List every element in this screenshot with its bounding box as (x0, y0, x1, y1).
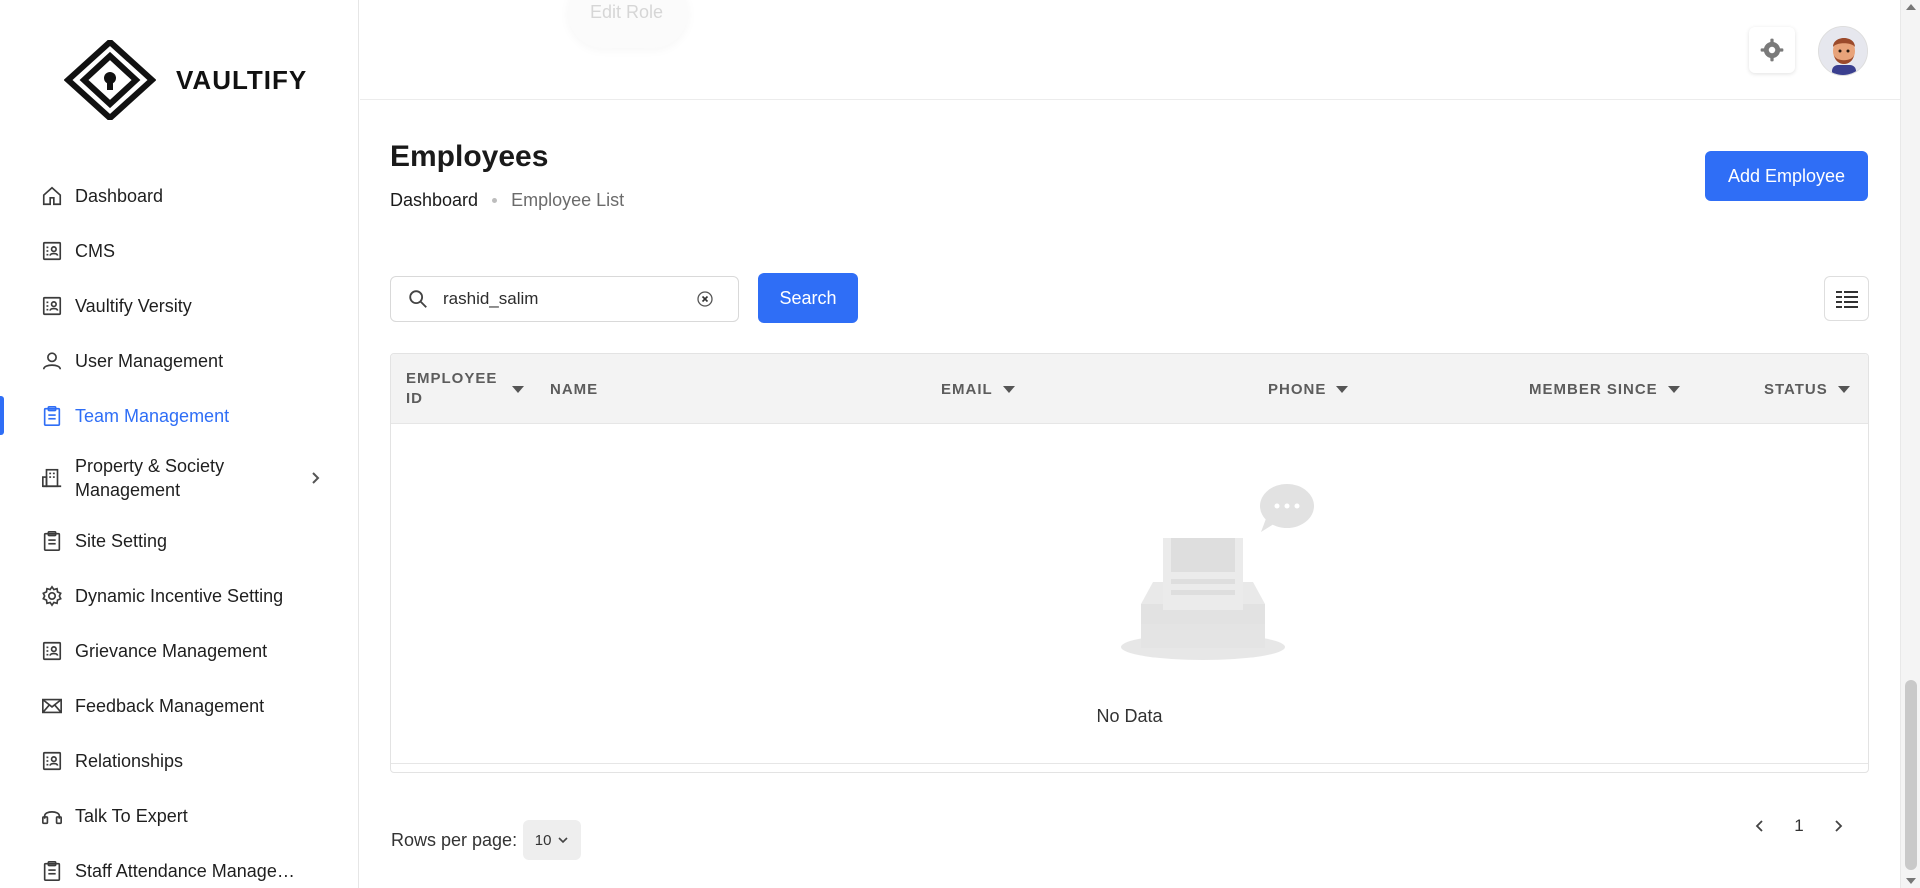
logo[interactable]: VAULTIFY (64, 40, 307, 120)
breadcrumb-dashboard-link[interactable]: Dashboard (390, 190, 478, 211)
sidebar-item-vaultify-versity[interactable]: Vaultify Versity (0, 278, 358, 333)
sort-caret-icon (512, 385, 524, 393)
empty-state: No Data (391, 424, 1868, 764)
breadcrumb-current: Employee List (511, 190, 625, 210)
sidebar-item-label: Site Setting (75, 530, 168, 551)
sidebar-item-label: Relationships (75, 750, 184, 771)
current-page-number[interactable]: 1 (1776, 816, 1822, 836)
gear-icon (1760, 38, 1784, 62)
page-scrollbar[interactable] (1900, 0, 1920, 888)
vaultify-logo-icon (64, 40, 156, 120)
headset-icon (40, 804, 64, 828)
sidebar-item-team-management[interactable]: Team Management (0, 388, 358, 443)
pagination: 1 (1744, 810, 1854, 842)
rows-per-page: Rows per page: 10 (391, 820, 582, 860)
clear-search-icon[interactable] (697, 291, 713, 307)
sidebar-item-grievance-management[interactable]: Grievance Management (0, 623, 358, 678)
rows-per-page-value: 10 (534, 831, 552, 849)
sidebar-item-property-society-management[interactable]: Property & Society Management (0, 443, 358, 513)
sidebar-item-dashboard[interactable]: Dashboard (0, 168, 358, 223)
sort-caret-icon (1336, 385, 1349, 393)
sidebar-item-label: Talk To Expert (75, 805, 188, 826)
building-icon (40, 466, 64, 490)
empty-inbox-illustration-icon (1121, 484, 1314, 660)
sidebar-item-staff-attendance[interactable]: Staff Attendance Manage… (0, 843, 358, 888)
main-content: Employees Dashboard Employee List Add Em… (360, 100, 1900, 888)
scroll-up-arrow-icon[interactable] (1906, 4, 1916, 10)
search-input[interactable] (441, 288, 691, 310)
sidebar-item-site-setting[interactable]: Site Setting (0, 513, 358, 568)
sidebar: VAULTIFY Dashboard CMS Vaultify Versity … (0, 0, 359, 888)
sidebar-item-label: Feedback Management (75, 695, 265, 716)
search-icon (409, 290, 427, 308)
sidebar-item-relationships[interactable]: Relationships (0, 733, 358, 788)
sidebar-item-label: Grievance Management (75, 640, 268, 661)
column-header-status[interactable]: STATUS (1764, 354, 1850, 424)
chevron-down-icon (558, 837, 568, 844)
contact-card-icon (40, 239, 64, 263)
sidebar-item-label: Staff Attendance Manage… (75, 860, 295, 881)
contact-card-icon (40, 749, 64, 773)
column-view-toggle[interactable] (1824, 276, 1869, 321)
column-header-name[interactable]: NAME (550, 354, 598, 424)
sidebar-item-label: User Management (75, 350, 224, 371)
chevron-left-icon (1755, 820, 1763, 832)
rows-per-page-label: Rows per page: (391, 829, 518, 850)
user-icon (40, 349, 64, 373)
topbar: Edit Role (360, 0, 1900, 100)
scrollbar-thumb[interactable] (1905, 680, 1917, 870)
sidebar-item-label: CMS (75, 240, 115, 261)
employees-table: EMPLOYEE ID NAME EMAIL PHONE MEMBER SINC… (390, 353, 1869, 773)
breadcrumb: Dashboard Employee List (390, 190, 624, 211)
breadcrumb-separator (492, 198, 498, 203)
home-icon (40, 184, 64, 208)
chevron-right-icon (1835, 820, 1843, 832)
search-field (390, 276, 739, 322)
sidebar-item-label: Team Management (75, 405, 230, 426)
sidebar-item-user-management[interactable]: User Management (0, 333, 358, 388)
sidebar-item-label: Dynamic Incentive Setting (75, 585, 284, 606)
brand-name: VAULTIFY (176, 64, 308, 95)
sidebar-item-talk-to-expert[interactable]: Talk To Expert (0, 788, 358, 843)
contact-card-icon (40, 294, 64, 318)
rows-per-page-select[interactable]: 10 (523, 820, 582, 860)
mail-icon (40, 694, 64, 718)
sidebar-item-label: Vaultify Versity (75, 295, 192, 316)
sidebar-nav: Dashboard CMS Vaultify Versity User Mana… (0, 168, 358, 888)
column-header-employee-id[interactable]: EMPLOYEE ID (406, 354, 524, 424)
sidebar-item-cms[interactable]: CMS (0, 223, 358, 278)
sidebar-item-label: Dashboard (75, 185, 164, 206)
search-button[interactable]: Search (758, 273, 858, 323)
gear-icon (40, 584, 64, 608)
previous-page-button[interactable] (1744, 810, 1776, 842)
clipboard-icon (40, 404, 64, 428)
no-data-text: No Data (1096, 706, 1163, 726)
contact-card-icon (40, 639, 64, 663)
avatar-image (1819, 27, 1867, 75)
sort-caret-icon (1667, 385, 1680, 393)
column-header-email[interactable]: EMAIL (941, 354, 1015, 424)
settings-button[interactable] (1749, 27, 1795, 73)
sort-caret-icon (1837, 385, 1850, 393)
column-header-member-since[interactable]: MEMBER SINCE (1529, 354, 1680, 424)
chevron-right-icon[interactable] (307, 470, 323, 486)
next-page-button[interactable] (1822, 810, 1854, 842)
scroll-down-arrow-icon[interactable] (1906, 878, 1916, 884)
column-header-phone[interactable]: PHONE (1268, 354, 1349, 424)
clipboard-icon (40, 859, 64, 883)
table-footer-divider (391, 763, 1868, 764)
sidebar-item-label: Property & Society Management (75, 456, 225, 500)
list-columns-icon (1835, 290, 1858, 308)
add-employee-button[interactable]: Add Employee (1705, 151, 1868, 201)
sidebar-item-dynamic-incentive-setting[interactable]: Dynamic Incentive Setting (0, 568, 358, 623)
table-header: EMPLOYEE ID NAME EMAIL PHONE MEMBER SINC… (391, 354, 1868, 424)
clipboard-icon (40, 529, 64, 553)
sidebar-item-feedback-management[interactable]: Feedback Management (0, 678, 358, 733)
avatar[interactable] (1818, 26, 1868, 76)
edit-role-ghost-label: Edit Role (590, 2, 664, 22)
page-title: Employees (390, 140, 549, 173)
sort-caret-icon (1002, 385, 1015, 393)
